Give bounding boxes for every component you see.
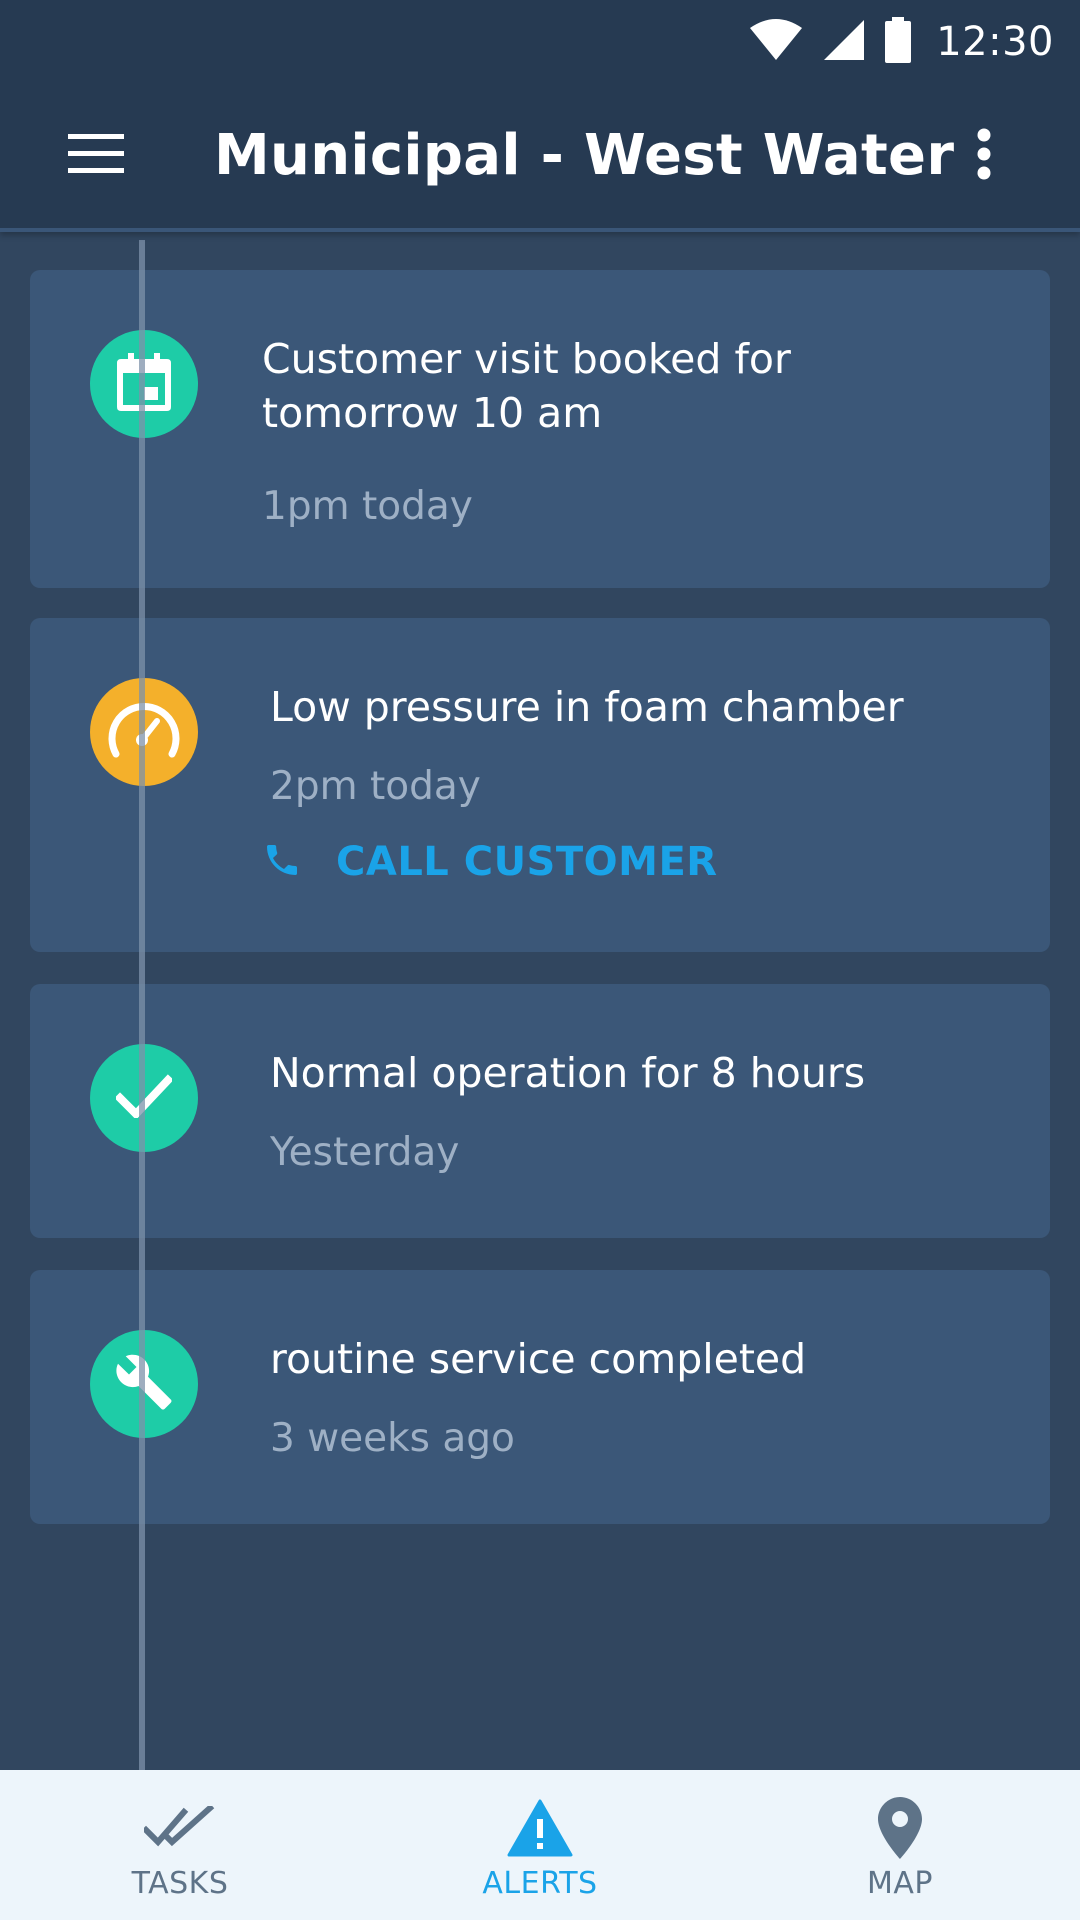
timeline-card[interactable]: Normal operation for 8 hours Yesterday (30, 984, 1050, 1238)
card-title-line: Customer visit booked for (262, 335, 791, 383)
wifi-icon (748, 18, 804, 66)
nav-tasks[interactable]: TASKS (0, 1770, 360, 1920)
toolbar: Municipal - West Water (0, 84, 1080, 228)
warning-triangle-icon (507, 1799, 573, 1861)
nav-icon-wrap (0, 1796, 360, 1864)
hamburger-menu-icon (68, 134, 124, 178)
nav-icon-wrap (720, 1796, 1080, 1864)
nav-label-map: MAP (867, 1866, 933, 1901)
map-pin-icon (878, 1797, 922, 1863)
card-title: routine service completed (270, 1335, 807, 1383)
card-title: Normal operation for 8 hours (270, 1049, 866, 1097)
card-timestamp: 1pm today (262, 484, 473, 529)
call-customer-button[interactable]: CALL CUSTOMER (262, 832, 718, 892)
nav-alerts[interactable]: ALERTS (360, 1770, 720, 1920)
menu-button[interactable] (64, 124, 128, 188)
card-timestamp: Yesterday (270, 1130, 460, 1175)
phone-icon (262, 840, 302, 884)
double-check-icon (141, 1803, 216, 1854)
timeline-card[interactable]: Customer visit booked for tomorrow 10 am… (30, 270, 1050, 588)
more-vertical-icon (976, 128, 992, 184)
alerts-timeline: Customer visit booked for tomorrow 10 am… (0, 232, 1080, 1772)
overflow-menu-button[interactable] (960, 120, 1008, 192)
bottom-navigation: TASKS ALERTS MAP (0, 1770, 1080, 1920)
app-bar: 12:30 Municipal - West Water (0, 0, 1080, 232)
battery-icon (884, 17, 912, 67)
nav-label-alerts: ALERTS (482, 1866, 598, 1901)
card-title-line: tomorrow 10 am (262, 389, 603, 437)
card-title: Low pressure in foam chamber (270, 683, 904, 731)
page-title: Municipal - West Water (214, 123, 955, 188)
timeline-card[interactable]: routine service completed 3 weeks ago (30, 1270, 1050, 1524)
status-bar: 12:30 (0, 0, 1080, 84)
card-timestamp: 2pm today (270, 764, 481, 809)
timeline-line (139, 240, 145, 1772)
call-customer-label: CALL CUSTOMER (336, 839, 718, 885)
cellular-signal-icon (822, 18, 866, 66)
card-title: Customer visit booked for tomorrow 10 am (262, 332, 791, 440)
timeline-card[interactable]: Low pressure in foam chamber 2pm today C… (30, 618, 1050, 952)
nav-icon-wrap (360, 1796, 720, 1864)
status-icons: 12:30 (748, 14, 1054, 70)
nav-map[interactable]: MAP (720, 1770, 1080, 1920)
card-timestamp: 3 weeks ago (270, 1416, 515, 1461)
nav-label-tasks: TASKS (131, 1866, 229, 1901)
status-time: 12:30 (936, 19, 1054, 65)
